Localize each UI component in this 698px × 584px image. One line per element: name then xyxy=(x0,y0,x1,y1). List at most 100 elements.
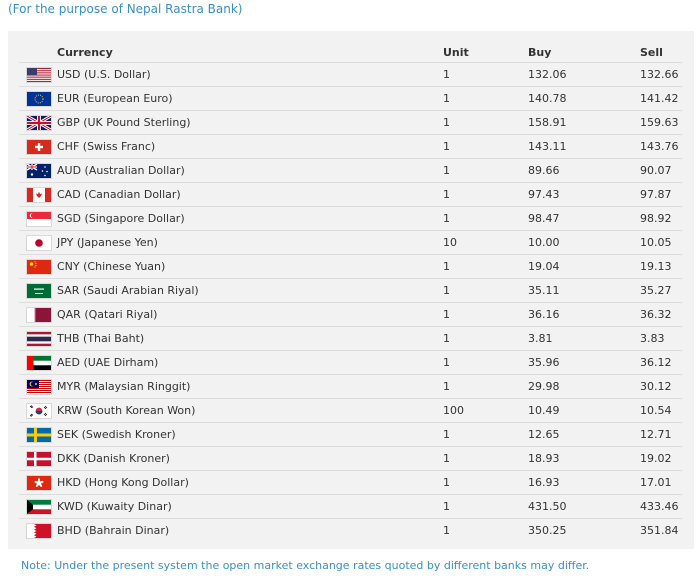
sell-rate-cell: 132.66 xyxy=(640,62,682,87)
currency-name-cell: SGD (Singapore Dollar) xyxy=(57,206,443,231)
flag-cell xyxy=(19,86,57,111)
currency-name-cell: MYR (Malaysian Ringgit) xyxy=(57,374,443,399)
unit-cell: 1 xyxy=(443,470,528,495)
currency-name-cell: KRW (South Korean Won) xyxy=(57,398,443,423)
currency-name-cell: HKD (Hong Kong Dollar) xyxy=(57,470,443,495)
currency-name-cell: GBP (UK Pound Sterling) xyxy=(57,110,443,135)
table-row: MYR (Malaysian Ringgit) 1 29.98 30.12 xyxy=(19,374,682,399)
table-row: DKK (Danish Kroner) 1 18.93 19.02 xyxy=(19,446,682,471)
buy-rate-cell: 89.66 xyxy=(528,158,640,183)
table-row: EUR (European Euro) 1 140.78 141.42 xyxy=(19,86,682,111)
table-row: KRW (South Korean Won) 100 10.49 10.54 xyxy=(19,398,682,423)
flag-cell xyxy=(19,110,57,135)
sell-rate-cell: 90.07 xyxy=(640,158,682,183)
sell-rate-cell: 12.71 xyxy=(640,422,682,447)
table-row: USD (U.S. Dollar) 1 132.06 132.66 xyxy=(19,62,682,87)
unit-cell: 1 xyxy=(443,494,528,519)
currency-name-cell: EUR (European Euro) xyxy=(57,86,443,111)
currency-name-cell: QAR (Qatari Riyal) xyxy=(57,302,443,327)
table-row: HKD (Hong Kong Dollar) 1 16.93 17.01 xyxy=(19,470,682,495)
table-row: KWD (Kuwaity Dinar) 1 431.50 433.46 xyxy=(19,494,682,519)
thailand-flag-icon xyxy=(26,330,52,347)
sell-rate-cell: 97.87 xyxy=(640,182,682,207)
currency-name-cell: JPY (Japanese Yen) xyxy=(57,230,443,255)
buy-rate-cell: 350.25 xyxy=(528,524,567,537)
buy-rate-cell: 35.96 xyxy=(528,350,640,375)
flag-cell xyxy=(19,398,57,423)
unit-cell: 1 xyxy=(443,62,528,87)
unit-cell: 1 xyxy=(443,374,528,399)
sweden-flag-icon xyxy=(26,426,52,443)
sell-rate-cell: 10.05 xyxy=(640,230,682,255)
sell-rate-cell: 19.13 xyxy=(640,254,682,279)
japan-flag-icon xyxy=(26,234,52,251)
unit-cell: 1 xyxy=(443,134,528,159)
currency-name-cell: AED (UAE Dirham) xyxy=(57,350,443,375)
unit-cell: 1 xyxy=(443,302,528,327)
table-row: JPY (Japanese Yen) 10 10.00 10.05 xyxy=(19,230,682,255)
flag-cell xyxy=(19,158,57,183)
unit-cell: 1 xyxy=(443,350,528,375)
flag-cell xyxy=(19,494,57,519)
flag-cell xyxy=(19,374,57,399)
currency-name-cell: CNY (Chinese Yuan) xyxy=(57,254,443,279)
buy-rate-cell: 98.47 xyxy=(528,206,640,231)
singapore-flag-icon xyxy=(26,210,52,227)
flag-cell xyxy=(19,182,57,207)
flag-cell xyxy=(19,446,57,471)
flag-cell xyxy=(19,278,57,303)
buy-rate-cell: 19.04 xyxy=(528,254,640,279)
unit-cell: 10 xyxy=(443,230,528,255)
table-row: CHF (Swiss Franc) 1 143.11 143.76 xyxy=(19,134,682,159)
currency-name-cell: BHD (Bahrain Dinar) xyxy=(57,524,170,537)
currency-name-cell: SAR (Saudi Arabian Riyal) xyxy=(57,278,443,303)
table-row: GBP (UK Pound Sterling) 1 158.91 159.63 xyxy=(19,110,682,135)
sell-rate-cell: 141.42 xyxy=(640,86,682,111)
buy-rate-cell: 29.98 xyxy=(528,374,640,399)
sell-rate-cell: 143.76 xyxy=(640,134,682,159)
table-row: AED (UAE Dirham) 1 35.96 36.12 xyxy=(19,350,682,375)
currency-name-cell: CHF (Swiss Franc) xyxy=(57,134,443,159)
flag-cell xyxy=(19,350,57,375)
unit-cell: 1 xyxy=(443,422,528,447)
table-row: THB (Thai Baht) 1 3.81 3.83 xyxy=(19,326,682,351)
sell-column-header: Sell xyxy=(640,42,682,63)
currency-name-cell: CAD (Canadian Dollar) xyxy=(57,182,443,207)
sell-rate-cell: 3.83 xyxy=(640,326,682,351)
currency-name-cell: USD (U.S. Dollar) xyxy=(57,62,443,87)
exchange-rate-panel: Currency Unit Buy Sell USD (U.S. Dollar)… xyxy=(8,31,694,549)
currency-name-cell: DKK (Danish Kroner) xyxy=(57,446,443,471)
currency-name-cell: KWD (Kuwaity Dinar) xyxy=(57,494,443,519)
table-row: AUD (Australian Dollar) 1 89.66 90.07 xyxy=(19,158,682,183)
sell-rate-cell: 159.63 xyxy=(640,110,682,135)
table-row: CNY (Chinese Yuan) 1 19.04 19.13 xyxy=(19,254,682,279)
flag-cell xyxy=(19,134,57,159)
buy-column-header: Buy xyxy=(528,42,640,63)
buy-rate-cell: 12.65 xyxy=(528,422,640,447)
buy-rate-cell: 140.78 xyxy=(528,86,640,111)
australia-flag-icon xyxy=(26,162,52,179)
currency-name-cell: SEK (Swedish Kroner) xyxy=(57,422,443,447)
flag-cell xyxy=(19,326,57,351)
table-row: SEK (Swedish Kroner) 1 12.65 12.71 xyxy=(19,422,682,447)
table-row: SGD (Singapore Dollar) 1 98.47 98.92 xyxy=(19,206,682,231)
unit-cell: 1 xyxy=(443,326,528,351)
unit-cell: 1 xyxy=(443,158,528,183)
eu-flag-icon xyxy=(26,90,52,107)
flag-cell xyxy=(19,422,57,447)
sell-rate-cell: 36.32 xyxy=(640,302,682,327)
buy-rate-cell: 10.49 xyxy=(528,398,640,423)
flag-cell xyxy=(19,206,57,231)
us-flag-icon xyxy=(26,66,52,83)
flag-column-header xyxy=(19,42,57,63)
table-header-row: Currency Unit Buy Sell xyxy=(19,42,682,63)
flag-cell xyxy=(19,230,57,255)
denmark-flag-icon xyxy=(26,450,52,467)
buy-rate-cell: 35.11 xyxy=(528,278,640,303)
page-subtitle: (For the purpose of Nepal Rastra Bank) xyxy=(8,2,243,16)
table-row: CAD (Canadian Dollar) 1 97.43 97.87 xyxy=(19,182,682,207)
bahrain-flag-icon xyxy=(26,522,52,539)
sell-rate-cell: 17.01 xyxy=(640,470,682,495)
currency-name-cell: AUD (Australian Dollar) xyxy=(57,158,443,183)
buy-rate-cell: 97.43 xyxy=(528,182,640,207)
